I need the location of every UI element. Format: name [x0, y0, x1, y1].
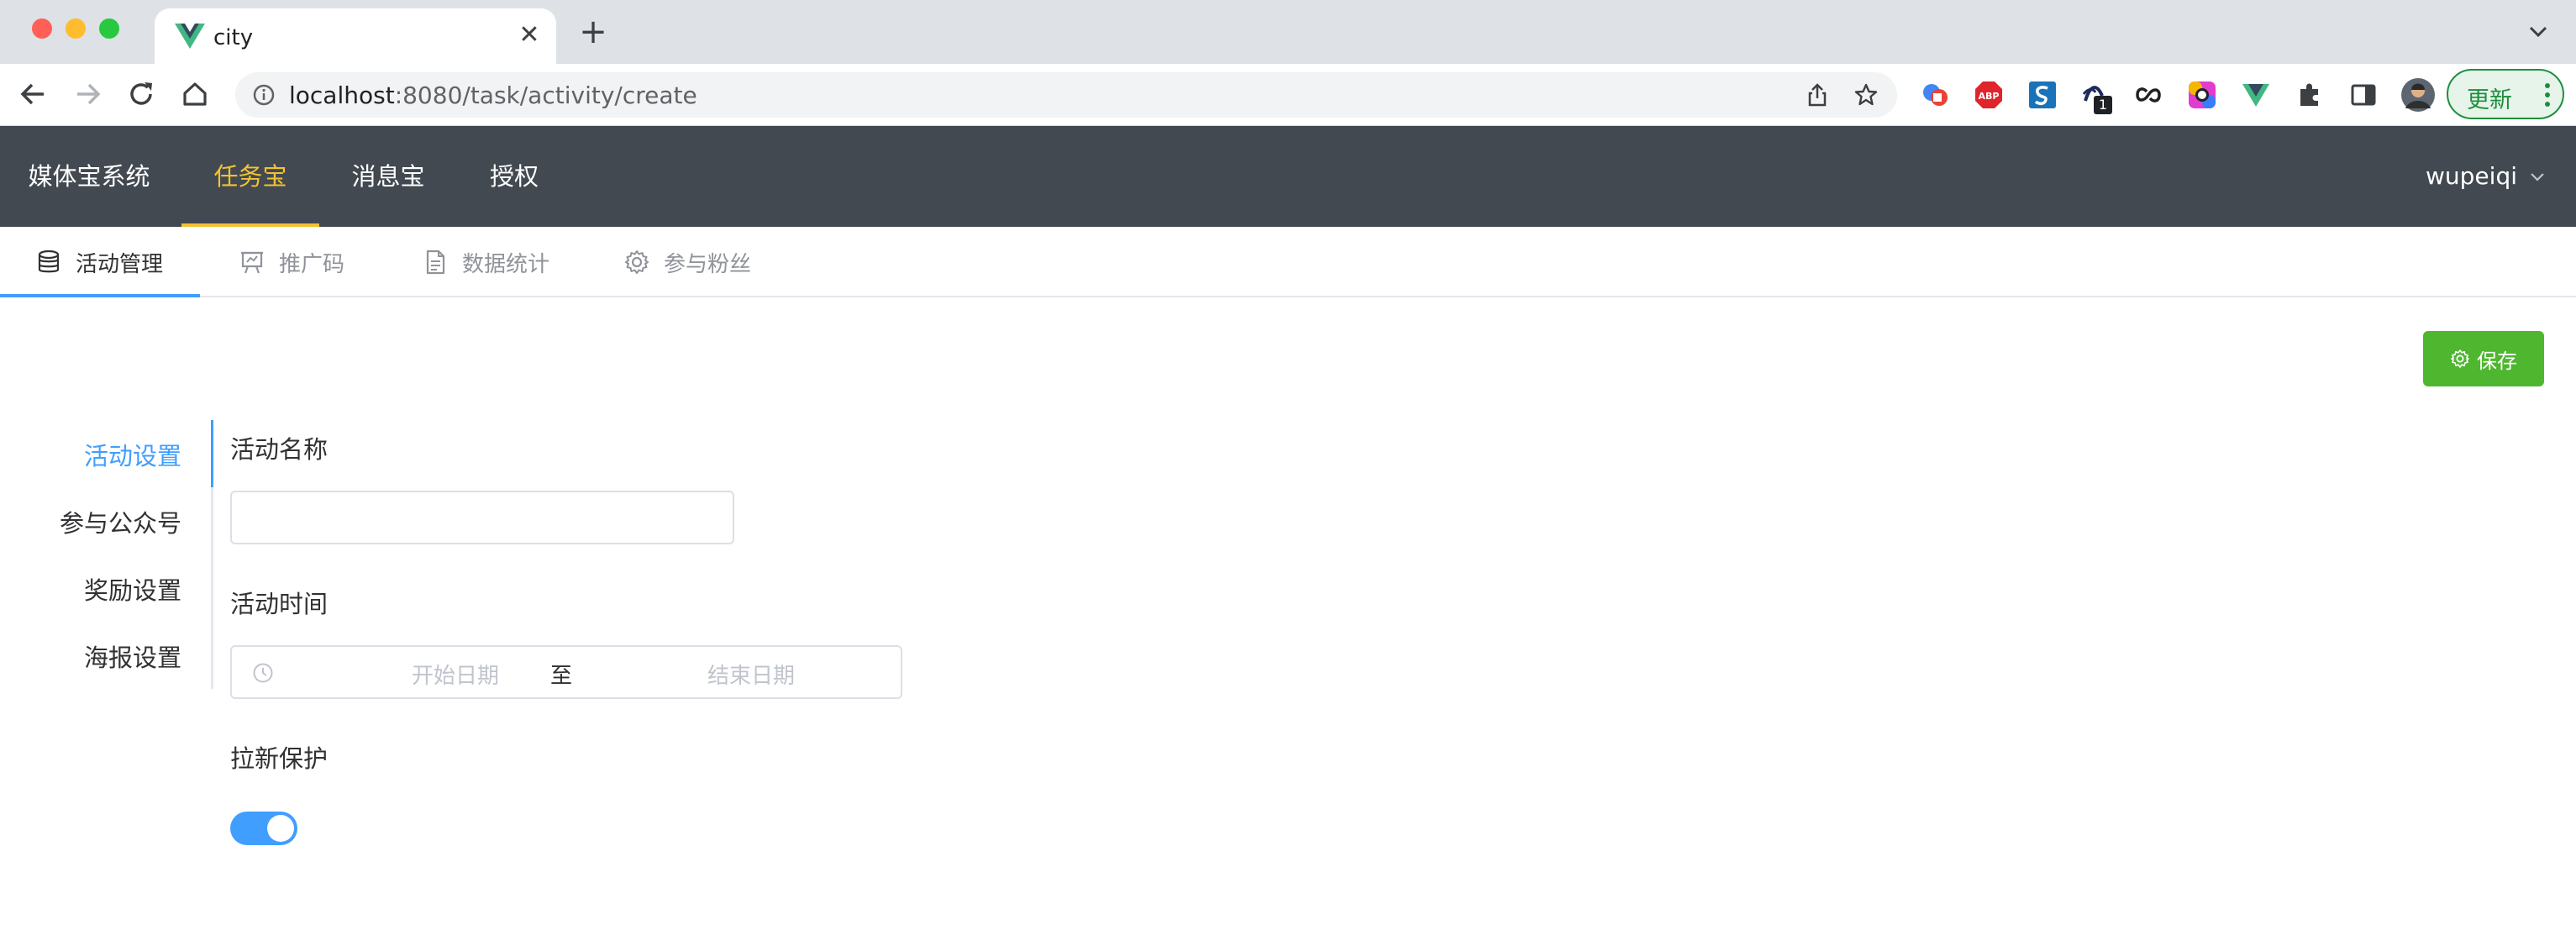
more-vertical-icon [2545, 83, 2550, 107]
info-icon[interactable] [252, 83, 276, 107]
database-icon [38, 250, 60, 273]
update-button[interactable]: 更新 [2447, 69, 2564, 119]
nav-authorization[interactable]: 授权 [474, 126, 555, 227]
url-text[interactable]: localhost:8080/task/activity/create [289, 81, 697, 109]
sub-tabs: 活动管理 推广码 数据统计 参与粉丝 [0, 227, 2576, 297]
clock-icon [253, 663, 273, 683]
activity-time-label: 活动时间 [230, 590, 329, 618]
step-reward-settings[interactable]: 奖励设置 [84, 571, 181, 607]
extension-with-badge[interactable]: 1 [2080, 81, 2112, 114]
tab-activity-management[interactable]: 活动管理 [35, 227, 163, 297]
document-icon [426, 250, 445, 275]
tab-participating-fans[interactable]: 参与粉丝 [623, 227, 751, 297]
activity-date-range-picker[interactable]: 开始日期 至 结束日期 [230, 645, 902, 699]
profile-avatar[interactable] [2401, 78, 2435, 112]
share-icon[interactable] [1805, 82, 1830, 108]
nav-media-system[interactable]: 媒体宝系统 [15, 126, 163, 227]
tab-label: 数据统计 [462, 251, 550, 277]
user-menu[interactable]: wupeiqi [2426, 126, 2546, 227]
link-extension-icon[interactable] [2134, 81, 2163, 109]
end-date-input[interactable]: 结束日期 [659, 659, 844, 690]
adblock-plus-icon[interactable]: ABP [1974, 81, 2003, 109]
bookmark-star-icon[interactable] [1853, 82, 1879, 108]
tab-data-statistics[interactable]: 数据统计 [422, 227, 549, 297]
new-user-protection-label: 拉新保护 [230, 744, 329, 773]
presentation-board-icon [241, 251, 263, 274]
start-date-input[interactable]: 开始日期 [363, 659, 548, 690]
reload-icon[interactable] [124, 77, 158, 111]
new-user-protection-toggle[interactable] [230, 812, 297, 845]
tab-close-icon[interactable]: ✕ [514, 20, 544, 50]
home-icon[interactable] [178, 77, 212, 111]
tab-label: 活动管理 [76, 251, 164, 277]
step-poster-settings[interactable]: 海报设置 [84, 638, 181, 674]
browser-tab[interactable]: city ✕ [155, 8, 556, 64]
chevron-down-icon [2531, 173, 2544, 181]
window-close-button[interactable] [32, 18, 52, 39]
gear-icon [625, 250, 649, 274]
activity-name-input[interactable] [230, 491, 734, 544]
window-minimize-button[interactable] [66, 18, 86, 39]
extensions-puzzle-icon[interactable] [2295, 81, 2324, 109]
new-tab-button[interactable]: + [576, 15, 610, 49]
side-panel-icon[interactable] [2349, 81, 2378, 109]
save-label: 保存 [2477, 349, 2517, 373]
tab-label: 推广码 [279, 251, 345, 277]
nav-task-treasure[interactable]: 任务宝 [181, 126, 319, 227]
browser-toolbar: localhost:8080/task/activity/create ABP … [0, 64, 2576, 126]
vue-logo-icon [175, 24, 205, 49]
translate-extension-icon[interactable] [1921, 81, 1949, 109]
active-step-indicator [211, 420, 213, 487]
range-separator: 至 [549, 664, 572, 689]
tab-label: 参与粉丝 [664, 251, 752, 277]
tab-promo-code[interactable]: 推广码 [239, 227, 344, 297]
tab-title: city [213, 25, 254, 50]
color-picker-extension-icon[interactable] [2188, 81, 2216, 109]
nav-message-treasure[interactable]: 消息宝 [339, 126, 437, 227]
browser-tab-strip: city ✕ + [0, 0, 2576, 64]
save-button[interactable]: 保存 [2423, 331, 2544, 386]
sogou-extension-icon[interactable] [2028, 81, 2057, 109]
window-zoom-button[interactable] [99, 18, 119, 39]
svg-text:ABP: ABP [1979, 91, 2000, 102]
activity-name-label: 活动名称 [230, 435, 329, 464]
forward-arrow-icon[interactable] [71, 77, 104, 111]
address-bar[interactable]: localhost:8080/task/activity/create [235, 72, 1897, 118]
username: wupeiqi [2426, 162, 2517, 190]
gear-icon [2451, 349, 2469, 368]
vue-devtools-icon[interactable] [2242, 81, 2270, 109]
settings-steps: 活动设置 参与公众号 奖励设置 海报设置 [0, 420, 215, 689]
app-header: 媒体宝系统 任务宝 消息宝 授权 wupeiqi [0, 126, 2576, 227]
step-activity-settings[interactable]: 活动设置 [84, 437, 181, 472]
chevron-down-icon[interactable] [2526, 18, 2551, 44]
step-official-accounts[interactable]: 参与公众号 [60, 504, 181, 539]
toggle-knob [267, 815, 294, 842]
extension-badge: 1 [2094, 96, 2112, 114]
active-tab-indicator [0, 294, 200, 297]
back-arrow-icon[interactable] [17, 77, 50, 111]
